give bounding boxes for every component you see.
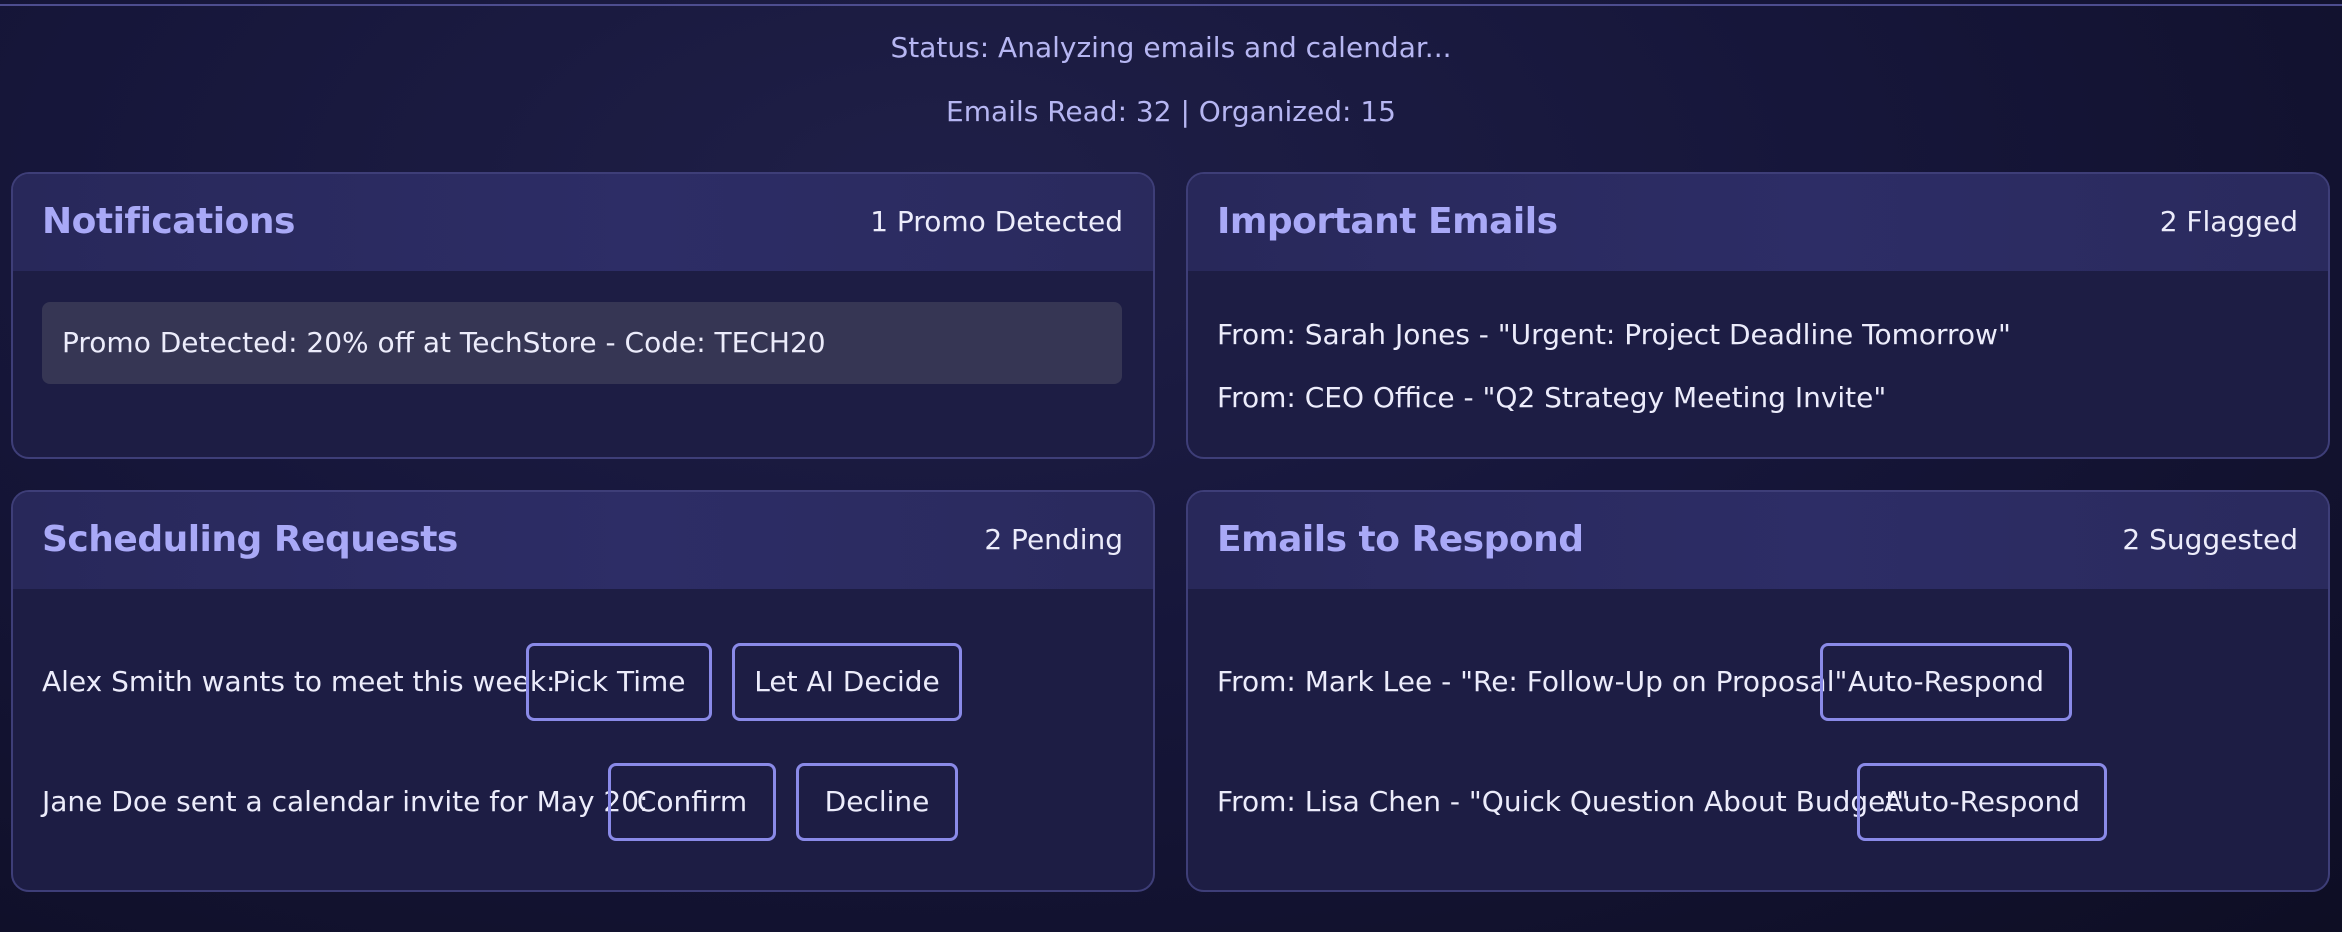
email-counts: Emails Read: 32 | Organized: 15	[946, 95, 1396, 128]
scheduling-requests-header: Scheduling Requests 2 Pending	[13, 492, 1153, 589]
notifications-title: Notifications	[42, 201, 295, 242]
notifications-badge: 1 Promo Detected	[870, 205, 1123, 238]
important-email-item[interactable]: From: CEO Office - "Q2 Strategy Meeting …	[1217, 380, 1886, 416]
important-email-item[interactable]: From: Sarah Jones - "Urgent: Project Dea…	[1217, 317, 2011, 353]
notifications-panel: Notifications 1 Promo Detected Promo Det…	[11, 172, 1155, 459]
respond-email-text: From: Lisa Chen - "Quick Question About …	[1217, 785, 1910, 818]
confirm-button[interactable]: Confirm	[608, 763, 776, 841]
scheduling-request-text: Jane Doe sent a calendar invite for May …	[42, 785, 649, 818]
emails-to-respond-title: Emails to Respond	[1217, 519, 1584, 560]
important-emails-header: Important Emails 2 Flagged	[1188, 174, 2328, 271]
top-divider	[0, 4, 2342, 6]
emails-to-respond-panel: Emails to Respond 2 Suggested From: Mark…	[1186, 490, 2330, 892]
let-ai-decide-button[interactable]: Let AI Decide	[732, 643, 962, 721]
important-emails-panel: Important Emails 2 Flagged From: Sarah J…	[1186, 172, 2330, 459]
respond-email-text: From: Mark Lee - "Re: Follow-Up on Propo…	[1217, 665, 1848, 698]
scheduling-requests-badge: 2 Pending	[984, 523, 1123, 556]
status-text: Status: Analyzing emails and calendar...	[890, 31, 1452, 64]
auto-respond-button[interactable]: Auto-Respond	[1820, 643, 2072, 721]
scheduling-request-text: Alex Smith wants to meet this week:	[42, 665, 556, 698]
notifications-header: Notifications 1 Promo Detected	[13, 174, 1153, 271]
important-emails-title: Important Emails	[1217, 201, 1558, 242]
scheduling-requests-title: Scheduling Requests	[42, 519, 458, 560]
pick-time-button[interactable]: Pick Time	[526, 643, 712, 721]
important-emails-badge: 2 Flagged	[2159, 205, 2298, 238]
emails-to-respond-header: Emails to Respond 2 Suggested	[1188, 492, 2328, 589]
promo-notification: Promo Detected: 20% off at TechStore - C…	[42, 302, 1122, 384]
scheduling-requests-panel: Scheduling Requests 2 Pending Alex Smith…	[11, 490, 1155, 892]
decline-button[interactable]: Decline	[796, 763, 958, 841]
auto-respond-button[interactable]: Auto-Respond	[1857, 763, 2107, 841]
emails-to-respond-badge: 2 Suggested	[2122, 523, 2298, 556]
promo-text: Promo Detected: 20% off at TechStore - C…	[62, 326, 826, 359]
